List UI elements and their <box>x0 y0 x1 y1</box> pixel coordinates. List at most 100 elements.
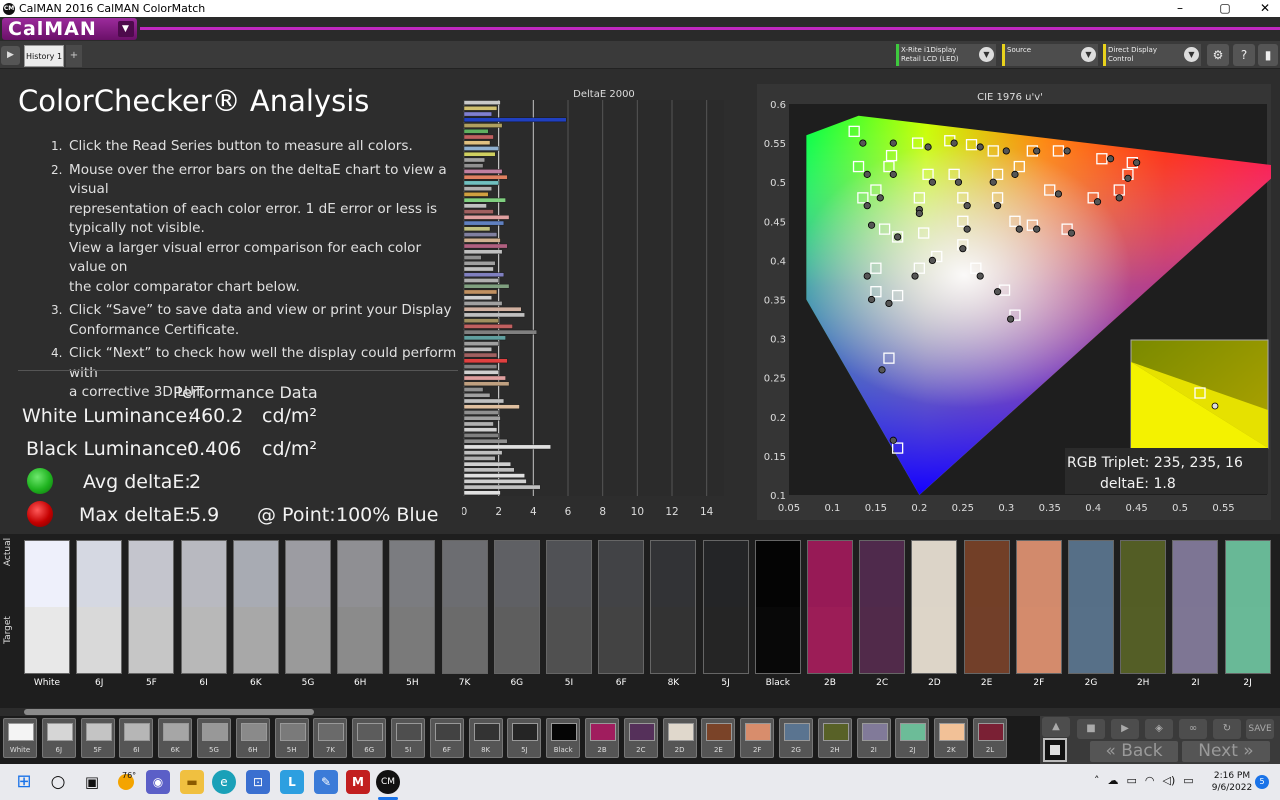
thumbnail-item[interactable]: 5I <box>391 718 425 758</box>
thumbnail-item[interactable]: 2B <box>585 718 619 758</box>
record-button[interactable] <box>1043 738 1067 762</box>
history-toggle-button[interactable]: ▶ <box>1 46 20 65</box>
arrow-up-button[interactable]: ▲ <box>1042 717 1070 737</box>
l-app-icon[interactable]: L <box>280 770 304 794</box>
play-button[interactable]: ▶ <box>1111 719 1139 739</box>
comparator-swatch[interactable] <box>1172 540 1219 674</box>
save-button[interactable]: SAVE <box>1246 719 1274 739</box>
thumbnail-item[interactable]: 2C <box>623 718 658 758</box>
thumbnail-item[interactable]: 2I <box>856 718 891 758</box>
clock[interactable]: 2:16 PM 9/6/2022 <box>1210 770 1254 794</box>
thumbnail-item[interactable]: 2F <box>740 718 775 758</box>
comparator-swatch[interactable] <box>598 540 645 674</box>
comparator-swatch[interactable] <box>754 540 801 674</box>
store-icon[interactable]: ⊡ <box>246 770 270 794</box>
help-button[interactable]: ? <box>1233 44 1255 66</box>
thumbnail-item[interactable]: 2J <box>895 718 930 758</box>
back-button[interactable]: « Back <box>1090 741 1178 762</box>
thumbnail-item[interactable]: 2H <box>817 718 852 758</box>
thumbnail-item[interactable]: 6I <box>119 718 154 758</box>
loop-button[interactable]: ∞ <box>1179 719 1207 739</box>
search-icon[interactable]: ○ <box>46 770 70 794</box>
thumbnail-item[interactable]: 2K <box>934 718 969 758</box>
comparator-swatch[interactable] <box>963 540 1010 674</box>
edge-browser-icon[interactable]: e <box>212 770 236 794</box>
thumbnail-item[interactable]: 6F <box>429 718 464 758</box>
thumbnail-item[interactable]: 2L <box>973 718 1007 758</box>
comparator-swatch[interactable] <box>285 540 331 674</box>
comparator-swatch[interactable] <box>389 540 436 674</box>
thumbnail-item[interactable]: 2D <box>662 718 697 758</box>
comparator-swatch[interactable] <box>76 540 123 674</box>
chevron-down-icon: ▼ <box>979 47 994 62</box>
task-view-icon[interactable]: ▣ <box>80 770 104 794</box>
thumbnail-item[interactable]: 5F <box>80 718 115 758</box>
comparator-swatch[interactable] <box>337 540 384 674</box>
tab-history-1[interactable]: History 1 <box>24 45 64 67</box>
cie-measured-point <box>989 178 997 186</box>
system-tray[interactable]: ˄ ☁ ▭ ◠ ◁) ▭ <box>1094 774 1194 787</box>
thumbnail-item[interactable]: 5G <box>197 718 231 758</box>
comparator-scrollbar[interactable] <box>0 708 1280 716</box>
calman-taskbar-icon[interactable]: CM <box>376 770 400 794</box>
comparator-swatch[interactable] <box>493 540 540 674</box>
calman-menu-button[interactable]: CalMAN ▼ <box>2 18 137 40</box>
cie-chart[interactable]: CIE 1976 u'v'0.05 0.1 0.15 0.2 0.25 0.3 0.35 0.… <box>757 84 1280 520</box>
thumbnail-item[interactable]: 6J <box>41 718 76 758</box>
scrollbar-thumb[interactable] <box>24 709 314 715</box>
file-explorer-icon[interactable]: ▬ <box>180 770 204 794</box>
teams-chat-icon[interactable]: ◉ <box>146 770 170 794</box>
thumbnail-item[interactable]: 7K <box>313 718 348 758</box>
thumbnail-item[interactable]: White <box>3 718 37 758</box>
comparator-swatch[interactable] <box>232 540 279 674</box>
thumbnail-item[interactable]: 5H <box>274 718 309 758</box>
panel-toggle-button[interactable]: ▮ <box>1258 44 1278 66</box>
comparator-swatch[interactable] <box>1068 540 1114 674</box>
comparator-swatch[interactable] <box>859 540 906 674</box>
thumbnail-item[interactable]: 6G <box>352 718 387 758</box>
stop-button[interactable]: ■ <box>1077 719 1105 739</box>
source-dropdown[interactable]: Source ▼ <box>1002 44 1098 66</box>
notification-badge[interactable]: 5 <box>1255 775 1269 789</box>
swatch-target <box>233 607 278 673</box>
thumbnail-label: 2G <box>791 746 801 754</box>
add-tab-button[interactable]: + <box>66 45 82 67</box>
deltae-chart[interactable]: DeltaE 2000 0 2 4 6 8 10 12 14 <box>462 86 734 526</box>
start-windows-icon[interactable]: ⊞ <box>12 770 36 794</box>
maximize-button[interactable]: ▢ <box>1205 0 1245 17</box>
refresh-button[interactable]: ↻ <box>1213 719 1241 739</box>
comparator-swatch[interactable] <box>128 540 175 674</box>
thumbnail-item[interactable]: 2E <box>701 718 736 758</box>
close-button[interactable]: ✕ <box>1245 0 1280 17</box>
comparator-swatch[interactable] <box>911 540 958 674</box>
comparator-swatch[interactable] <box>1015 540 1062 674</box>
display-dropdown-label: Direct Display Control <box>1108 46 1157 63</box>
minimize-button[interactable]: – <box>1160 0 1200 17</box>
swatch-actual <box>233 541 278 607</box>
meter-dropdown[interactable]: X-Rite i1Display Retail LCD (LED) ▼ <box>896 44 996 66</box>
thumbnail-item[interactable]: 6H <box>235 718 270 758</box>
read-series-button[interactable]: ◈ <box>1145 719 1173 739</box>
comparator-swatch[interactable] <box>546 540 592 674</box>
comparator-swatch[interactable] <box>180 540 227 674</box>
display-dropdown[interactable]: Direct Display Control ▼ <box>1103 44 1201 66</box>
comparator-swatch[interactable] <box>1120 540 1167 674</box>
comparator-swatch[interactable] <box>807 540 853 674</box>
pen-app-icon[interactable]: ✎ <box>314 770 338 794</box>
thumbnail-item[interactable]: Black <box>546 718 581 758</box>
comparator-swatch[interactable] <box>24 540 70 674</box>
deltae-bar <box>463 197 506 203</box>
comparator-swatch[interactable] <box>702 540 749 674</box>
thumbnail-item[interactable]: 5J <box>507 718 542 758</box>
comparator-swatch[interactable] <box>650 540 697 674</box>
settings-gear-button[interactable]: ⚙ <box>1207 44 1229 66</box>
mcafee-icon[interactable]: M <box>346 770 370 794</box>
comparator-swatch[interactable] <box>441 540 488 674</box>
comparator-swatch[interactable] <box>1224 540 1271 674</box>
thumbnail-item[interactable]: 2G <box>779 718 813 758</box>
thumbnail-item[interactable]: 8K <box>468 718 503 758</box>
weather-icon[interactable]: 76° <box>114 770 138 794</box>
next-button[interactable]: Next » <box>1182 741 1270 762</box>
thumbnail-item[interactable]: 6K <box>158 718 193 758</box>
thumbnail-label: 6G <box>364 746 375 754</box>
